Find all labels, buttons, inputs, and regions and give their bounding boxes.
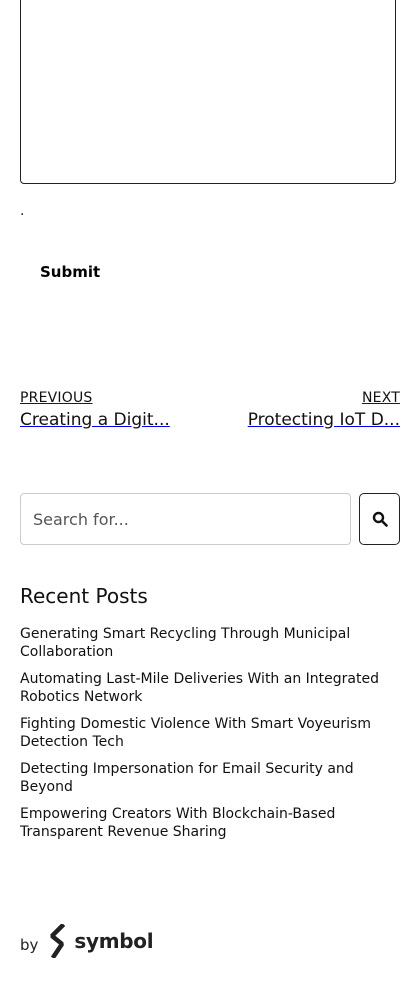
recent-posts-heading: Recent Posts	[20, 584, 148, 608]
by-label: by	[20, 936, 39, 954]
symbol-logo-icon	[50, 924, 66, 958]
search-input[interactable]	[20, 493, 351, 545]
comment-textarea[interactable]	[20, 0, 396, 184]
recent-posts-list: Generating Smart Recycling Through Munic…	[20, 625, 390, 850]
recent-post-link[interactable]: Generating Smart Recycling Through Munic…	[20, 625, 390, 661]
next-label: NEXT	[361, 390, 400, 406]
brand-name: symbol	[74, 929, 154, 953]
next-post-title: Protecting IoT D...	[247, 410, 400, 430]
next-post-link[interactable]: NEXT Protecting IoT D...	[240, 390, 400, 430]
submit-button[interactable]: Submit	[20, 256, 120, 288]
recent-post-link[interactable]: Empowering Creators With Blockchain-Base…	[20, 805, 390, 841]
previous-post-link[interactable]: PREVIOUS Creating a Digit...	[20, 390, 180, 430]
list-item: Empowering Creators With Blockchain-Base…	[20, 805, 390, 841]
recent-post-link[interactable]: Automating Last-Mile Deliveries With an …	[20, 670, 390, 706]
trailing-dot: .	[20, 203, 25, 219]
footer-credit: by symbol	[20, 924, 154, 958]
search-button[interactable]	[359, 493, 400, 545]
list-item: Automating Last-Mile Deliveries With an …	[20, 670, 390, 706]
previous-post-title: Creating a Digit...	[20, 410, 170, 430]
list-item: Detecting Impersonation for Email Securi…	[20, 760, 390, 796]
search-icon	[372, 511, 388, 527]
recent-post-link[interactable]: Detecting Impersonation for Email Securi…	[20, 760, 390, 796]
symbol-brand-link[interactable]: symbol	[48, 924, 154, 958]
list-item: Generating Smart Recycling Through Munic…	[20, 625, 390, 661]
recent-post-link[interactable]: Fighting Domestic Violence With Smart Vo…	[20, 715, 390, 751]
previous-label: PREVIOUS	[20, 390, 93, 406]
list-item: Fighting Domestic Violence With Smart Vo…	[20, 715, 390, 751]
